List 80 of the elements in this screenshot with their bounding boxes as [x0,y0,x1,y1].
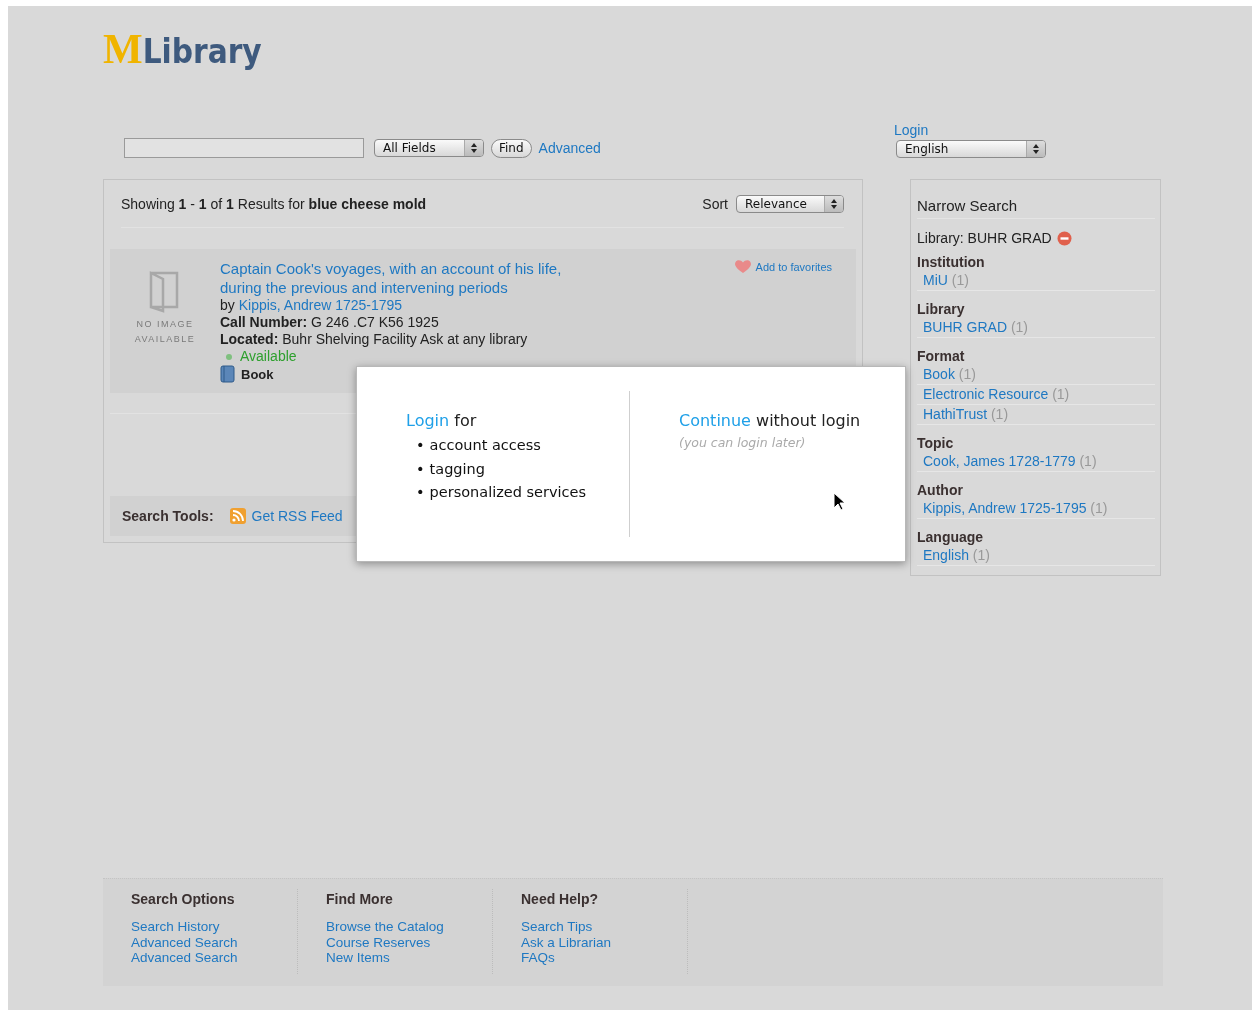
format-label: Book [241,365,274,383]
facet-heading: Library [917,300,966,318]
call-number-label: Call Number: [220,314,308,330]
availability-status: Available [240,348,297,365]
logo-text: Library [142,35,262,68]
footer-link[interactable]: Advanced Search [131,934,297,950]
advanced-search-link[interactable]: Advanced [538,140,601,156]
add-to-favorites-link[interactable]: Add to favorites [733,259,832,274]
facet-link[interactable]: Electronic Resource [923,386,1049,402]
bullet-mark: • [416,483,425,502]
benefit-item: tagging [429,459,485,479]
sort-select[interactable]: Relevance [736,194,844,213]
footer-link[interactable]: FAQs [521,950,687,966]
active-filter: Library: BUHR GRAD [917,230,1052,246]
result-title-link[interactable]: Captain Cook's voyages, with an account of his life, during the previous and intervening periods [220,259,595,297]
bullet-mark: • [416,436,425,455]
rss-icon [229,508,246,524]
select-arrows-icon [1026,141,1045,157]
footer-link[interactable]: Ask a Librarian [521,934,687,950]
located-label: Located: [220,331,279,347]
facet-link[interactable]: Kippis, Andrew 1725-1795 [923,500,1087,516]
mouse-cursor-icon [833,492,845,511]
select-arrows-icon [824,195,843,212]
facet-heading: Author [917,481,964,499]
no-image-label: NO IMAGE AVAILABLE [133,318,197,346]
facet-link[interactable]: Cook, James 1728-1779 [923,453,1076,469]
dialog-login-link[interactable]: Login [406,411,450,430]
facet-link[interactable]: HathiTrust [923,406,988,422]
facet-count: (1) [951,272,969,288]
login-heading: Login for [406,410,478,432]
find-button[interactable]: Find [491,138,532,158]
logo-mark: M [103,28,141,70]
language-select[interactable]: English [896,140,1046,158]
facet-count: (1) [958,366,976,382]
status-dot-icon [225,352,233,361]
facet-link[interactable]: MiU [923,272,948,288]
select-arrows-icon [464,140,483,156]
facet-heading: Language [917,528,985,546]
facet-count: (1) [1079,453,1097,469]
footer-link[interactable]: Advanced Search [131,950,297,966]
footer-link[interactable]: Browse the Catalog [326,919,492,935]
location-text: Buhr Shelving Facility Ask at any library [282,331,528,347]
footer-heading: Find More [326,891,394,907]
facet-count: (1) [972,547,990,563]
benefit-item: account access [429,436,541,455]
facet-link[interactable]: Book [923,366,955,382]
bullet-mark: • [416,459,425,479]
login-link[interactable]: Login [894,122,1046,138]
facet-count: (1) [990,406,1009,422]
facet-heading: Format [917,347,966,365]
facet-link[interactable]: BUHR GRAD [923,319,1007,335]
by-label: by [220,297,235,313]
results-summary: Showing 1 - 1 of 1 Results for blue cheese mold [121,195,427,212]
continue-heading: Continue without login [679,410,861,432]
author-link[interactable]: Kippis, Andrew 1725-1795 [238,297,403,313]
panel-title: Narrow Search [917,196,1019,216]
remove-filter-icon[interactable] [1056,230,1072,246]
login-later-note: (you can login later) [679,435,807,450]
facet-link[interactable]: English [923,547,969,563]
call-number: G 246 .C7 K56 1925 [311,314,439,330]
benefit-item: personalized services [429,483,587,502]
footer-link[interactable]: Search Tips [521,919,687,935]
sort-label: Sort [702,195,728,212]
search-tools-label: Search Tools: [122,508,214,524]
footer-link[interactable]: New Items [326,950,492,966]
footer-link[interactable]: Search History [131,919,297,935]
search-field[interactable] [124,138,364,158]
search-scope-select[interactable]: All Fields [374,139,484,157]
facet-count: (1) [1052,386,1070,402]
facet-heading: Institution [917,253,986,271]
facet-heading: Topic [917,434,955,452]
facet-count: (1) [1090,500,1108,516]
footer-link[interactable]: Course Reserves [326,934,492,950]
footer-heading: Need Help? [521,891,599,907]
heart-icon [733,259,752,274]
rss-feed-link[interactable]: Get RSS Feed [229,508,343,524]
footer-heading: Search Options [131,891,236,907]
book-icon [220,365,235,383]
continue-link[interactable]: Continue [679,411,751,430]
facet-count: (1) [1010,319,1029,335]
